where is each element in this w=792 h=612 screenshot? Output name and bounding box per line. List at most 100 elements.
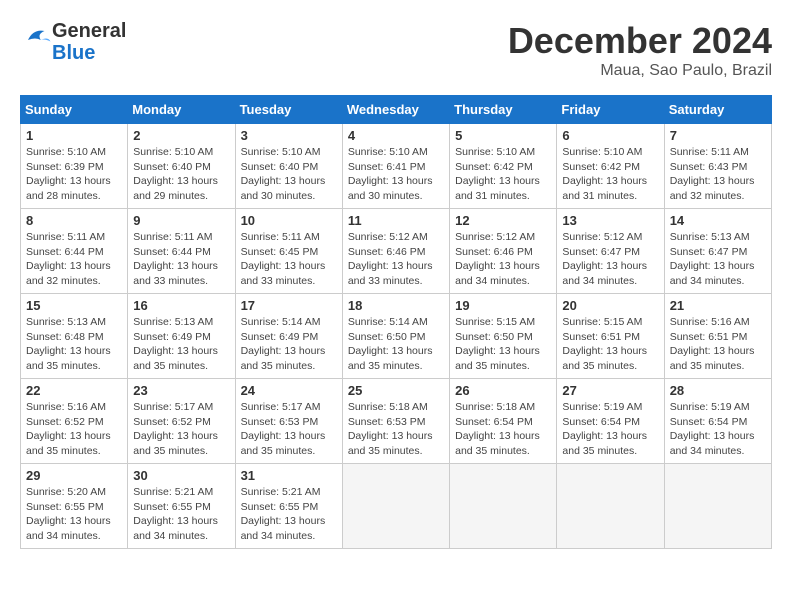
day-number: 15	[26, 298, 122, 313]
calendar-week-1: 1 Sunrise: 5:10 AMSunset: 6:39 PMDaylight…	[21, 124, 772, 209]
day-info: Sunrise: 5:10 AMSunset: 6:40 PMDaylight:…	[133, 145, 229, 204]
day-info: Sunrise: 5:11 AMSunset: 6:44 PMDaylight:…	[26, 230, 122, 289]
calendar-cell: 30 Sunrise: 5:21 AMSunset: 6:55 PMDayligh…	[128, 464, 235, 549]
calendar-cell: 19Sunrise: 5:15 AMSunset: 6:50 PMDayligh…	[450, 294, 557, 379]
calendar-header-row: Sunday Monday Tuesday Wednesday Thursday…	[21, 96, 772, 124]
day-number: 26	[455, 383, 551, 398]
day-info: Sunrise: 5:10 AMSunset: 6:42 PMDaylight:…	[562, 145, 658, 204]
calendar-cell: 8 Sunrise: 5:11 AMSunset: 6:44 PMDaylight…	[21, 209, 128, 294]
location-title: Maua, Sao Paulo, Brazil	[508, 62, 772, 80]
header-tuesday: Tuesday	[235, 96, 342, 124]
calendar-cell: 28 Sunrise: 5:19 AMSunset: 6:54 PMDayligh…	[664, 379, 771, 464]
day-number: 5	[455, 128, 551, 143]
day-info: Sunrise: 5:19 AMSunset: 6:54 PMDaylight:…	[670, 400, 766, 459]
day-number: 4	[348, 128, 444, 143]
day-info: Sunrise: 5:13 AMSunset: 6:49 PMDaylight:…	[133, 315, 229, 374]
day-number: 24	[241, 383, 337, 398]
day-number: 30	[133, 468, 229, 483]
day-info: Sunrise: 5:11 AMSunset: 6:43 PMDaylight:…	[670, 145, 766, 204]
day-number: 16	[133, 298, 229, 313]
day-number: 28	[670, 383, 766, 398]
calendar-cell: 29 Sunrise: 5:20 AMSunset: 6:55 PMDayligh…	[21, 464, 128, 549]
calendar-cell: 18 Sunrise: 5:14 AMSunset: 6:50 PMDayligh…	[342, 294, 449, 379]
day-info: Sunrise: 5:13 AMSunset: 6:47 PMDaylight:…	[670, 230, 766, 289]
calendar-cell: 10Sunrise: 5:11 AMSunset: 6:45 PMDayligh…	[235, 209, 342, 294]
calendar-cell: 26 Sunrise: 5:18 AMSunset: 6:54 PMDayligh…	[450, 379, 557, 464]
calendar-cell: 21Sunrise: 5:16 AMSunset: 6:51 PMDayligh…	[664, 294, 771, 379]
day-info: Sunrise: 5:10 AMSunset: 6:41 PMDaylight:…	[348, 145, 444, 204]
day-number: 29	[26, 468, 122, 483]
day-info: Sunrise: 5:21 AMSunset: 6:55 PMDaylight:…	[133, 485, 229, 544]
calendar-week-4: 22 Sunrise: 5:16 AMSunset: 6:52 PMDayligh…	[21, 379, 772, 464]
day-number: 27	[562, 383, 658, 398]
calendar-cell: 4 Sunrise: 5:10 AMSunset: 6:41 PMDaylight…	[342, 124, 449, 209]
day-info: Sunrise: 5:10 AMSunset: 6:40 PMDaylight:…	[241, 145, 337, 204]
calendar-cell: 12 Sunrise: 5:12 AMSunset: 6:46 PMDayligh…	[450, 209, 557, 294]
header-thursday: Thursday	[450, 96, 557, 124]
day-info: Sunrise: 5:14 AMSunset: 6:49 PMDaylight:…	[241, 315, 337, 374]
day-info: Sunrise: 5:12 AMSunset: 6:46 PMDaylight:…	[455, 230, 551, 289]
calendar-cell: 1 Sunrise: 5:10 AMSunset: 6:39 PMDaylight…	[21, 124, 128, 209]
calendar-cell: 24Sunrise: 5:17 AMSunset: 6:53 PMDayligh…	[235, 379, 342, 464]
calendar-table: Sunday Monday Tuesday Wednesday Thursday…	[20, 95, 772, 549]
calendar-week-3: 15 Sunrise: 5:13 AMSunset: 6:48 PMDayligh…	[21, 294, 772, 379]
calendar-cell: 11Sunrise: 5:12 AMSunset: 6:46 PMDayligh…	[342, 209, 449, 294]
page-header: General Blue December 2024 Maua, Sao Pau…	[20, 20, 772, 80]
calendar-cell	[342, 464, 449, 549]
day-info: Sunrise: 5:16 AMSunset: 6:52 PMDaylight:…	[26, 400, 122, 459]
calendar-cell: 17 Sunrise: 5:14 AMSunset: 6:49 PMDayligh…	[235, 294, 342, 379]
calendar-cell: 2 Sunrise: 5:10 AMSunset: 6:40 PMDaylight…	[128, 124, 235, 209]
day-info: Sunrise: 5:11 AMSunset: 6:45 PMDaylight:…	[241, 230, 337, 289]
day-info: Sunrise: 5:20 AMSunset: 6:55 PMDaylight:…	[26, 485, 122, 544]
day-number: 2	[133, 128, 229, 143]
day-info: Sunrise: 5:10 AMSunset: 6:39 PMDaylight:…	[26, 145, 122, 204]
logo-text-line2: Blue	[52, 42, 126, 64]
calendar-cell: 20 Sunrise: 5:15 AMSunset: 6:51 PMDayligh…	[557, 294, 664, 379]
day-number: 14	[670, 213, 766, 228]
day-number: 12	[455, 213, 551, 228]
day-number: 13	[562, 213, 658, 228]
calendar-cell: 31Sunrise: 5:21 AMSunset: 6:55 PMDayligh…	[235, 464, 342, 549]
calendar-cell: 7Sunrise: 5:11 AMSunset: 6:43 PMDaylight…	[664, 124, 771, 209]
day-info: Sunrise: 5:15 AMSunset: 6:50 PMDaylight:…	[455, 315, 551, 374]
day-number: 20	[562, 298, 658, 313]
day-number: 9	[133, 213, 229, 228]
calendar-week-5: 29 Sunrise: 5:20 AMSunset: 6:55 PMDayligh…	[21, 464, 772, 549]
day-number: 17	[241, 298, 337, 313]
day-info: Sunrise: 5:15 AMSunset: 6:51 PMDaylight:…	[562, 315, 658, 374]
calendar-cell: 27Sunrise: 5:19 AMSunset: 6:54 PMDayligh…	[557, 379, 664, 464]
day-info: Sunrise: 5:14 AMSunset: 6:50 PMDaylight:…	[348, 315, 444, 374]
day-info: Sunrise: 5:17 AMSunset: 6:52 PMDaylight:…	[133, 400, 229, 459]
day-number: 21	[670, 298, 766, 313]
calendar-cell: 3 Sunrise: 5:10 AMSunset: 6:40 PMDaylight…	[235, 124, 342, 209]
logo-icon	[22, 25, 52, 55]
day-number: 22	[26, 383, 122, 398]
day-info: Sunrise: 5:18 AMSunset: 6:53 PMDaylight:…	[348, 400, 444, 459]
day-info: Sunrise: 5:13 AMSunset: 6:48 PMDaylight:…	[26, 315, 122, 374]
calendar-cell: 16 Sunrise: 5:13 AMSunset: 6:49 PMDayligh…	[128, 294, 235, 379]
month-title: December 2024	[508, 20, 772, 62]
day-number: 3	[241, 128, 337, 143]
day-number: 31	[241, 468, 337, 483]
logo: General Blue	[20, 20, 126, 64]
calendar-cell: 9 Sunrise: 5:11 AMSunset: 6:44 PMDaylight…	[128, 209, 235, 294]
header-friday: Friday	[557, 96, 664, 124]
calendar-cell	[557, 464, 664, 549]
day-info: Sunrise: 5:11 AMSunset: 6:44 PMDaylight:…	[133, 230, 229, 289]
day-number: 25	[348, 383, 444, 398]
title-area: December 2024 Maua, Sao Paulo, Brazil	[508, 20, 772, 80]
day-number: 6	[562, 128, 658, 143]
header-monday: Monday	[128, 96, 235, 124]
calendar-cell: 22 Sunrise: 5:16 AMSunset: 6:52 PMDayligh…	[21, 379, 128, 464]
day-info: Sunrise: 5:18 AMSunset: 6:54 PMDaylight:…	[455, 400, 551, 459]
day-number: 8	[26, 213, 122, 228]
day-number: 23	[133, 383, 229, 398]
day-number: 18	[348, 298, 444, 313]
day-number: 1	[26, 128, 122, 143]
calendar-cell: 5Sunrise: 5:10 AMSunset: 6:42 PMDaylight…	[450, 124, 557, 209]
calendar-cell: 6 Sunrise: 5:10 AMSunset: 6:42 PMDaylight…	[557, 124, 664, 209]
calendar-cell	[450, 464, 557, 549]
header-saturday: Saturday	[664, 96, 771, 124]
calendar-cell: 13Sunrise: 5:12 AMSunset: 6:47 PMDayligh…	[557, 209, 664, 294]
calendar-cell: 25 Sunrise: 5:18 AMSunset: 6:53 PMDayligh…	[342, 379, 449, 464]
